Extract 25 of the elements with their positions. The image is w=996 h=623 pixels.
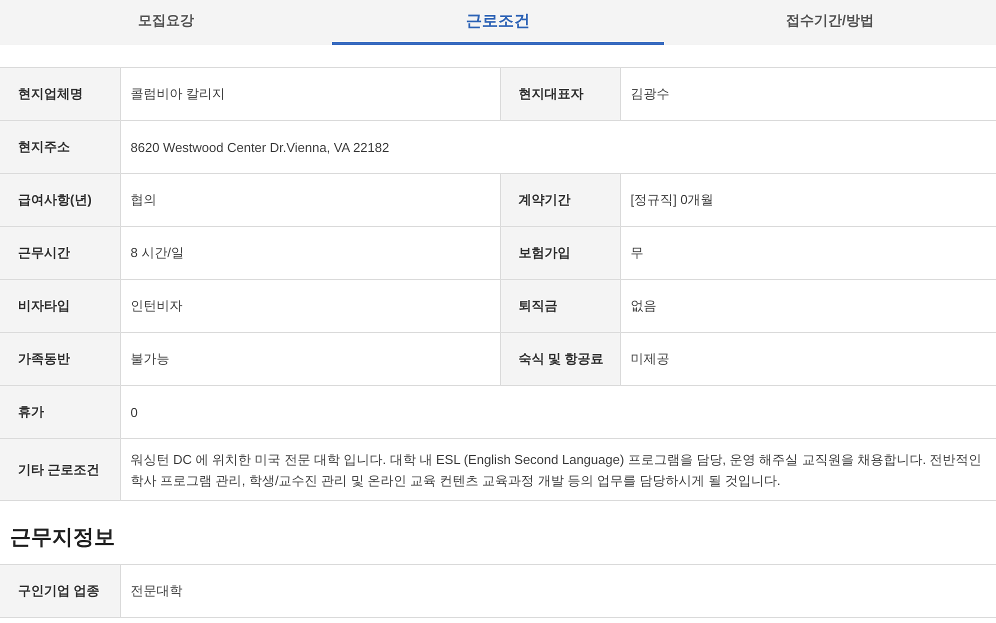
tab[interactable]: 모집요강 [0,0,332,45]
field-label: 구인기업 업종 [0,564,120,618]
field-value: 김광수 [620,68,996,120]
field-value: 전문대학 [120,564,996,618]
field-value: 협의 [120,174,500,226]
field-value: 콜럼비아 칼리지 [120,68,500,120]
tab[interactable]: 접수기간/방법 [664,0,996,45]
field-value: 8 시간/일 [120,226,500,280]
field-label: 현지대표자 [500,68,620,120]
field-label: 보험가입 [500,226,620,280]
section-title: 근무지정보 [9,525,116,551]
field-label: 휴가 [0,386,120,438]
field-value: 불가능 [120,332,500,386]
field-label: 현지업체명 [0,68,120,120]
field-label: 현지주소 [0,120,120,174]
field-label: 기타 근로조건 [0,438,120,500]
field-label: 숙식 및 항공료 [500,332,620,386]
field-value: 인턴비자 [120,280,500,332]
tab[interactable]: 근로조건 [332,0,664,45]
field-label: 계약기간 [500,174,620,226]
field-label: 근무시간 [0,226,120,280]
field-label: 급여사항(년) [0,174,120,226]
field-label: 퇴직금 [500,280,620,332]
field-label: 비자타입 [0,280,120,332]
field-label: 가족동반 [0,332,120,386]
